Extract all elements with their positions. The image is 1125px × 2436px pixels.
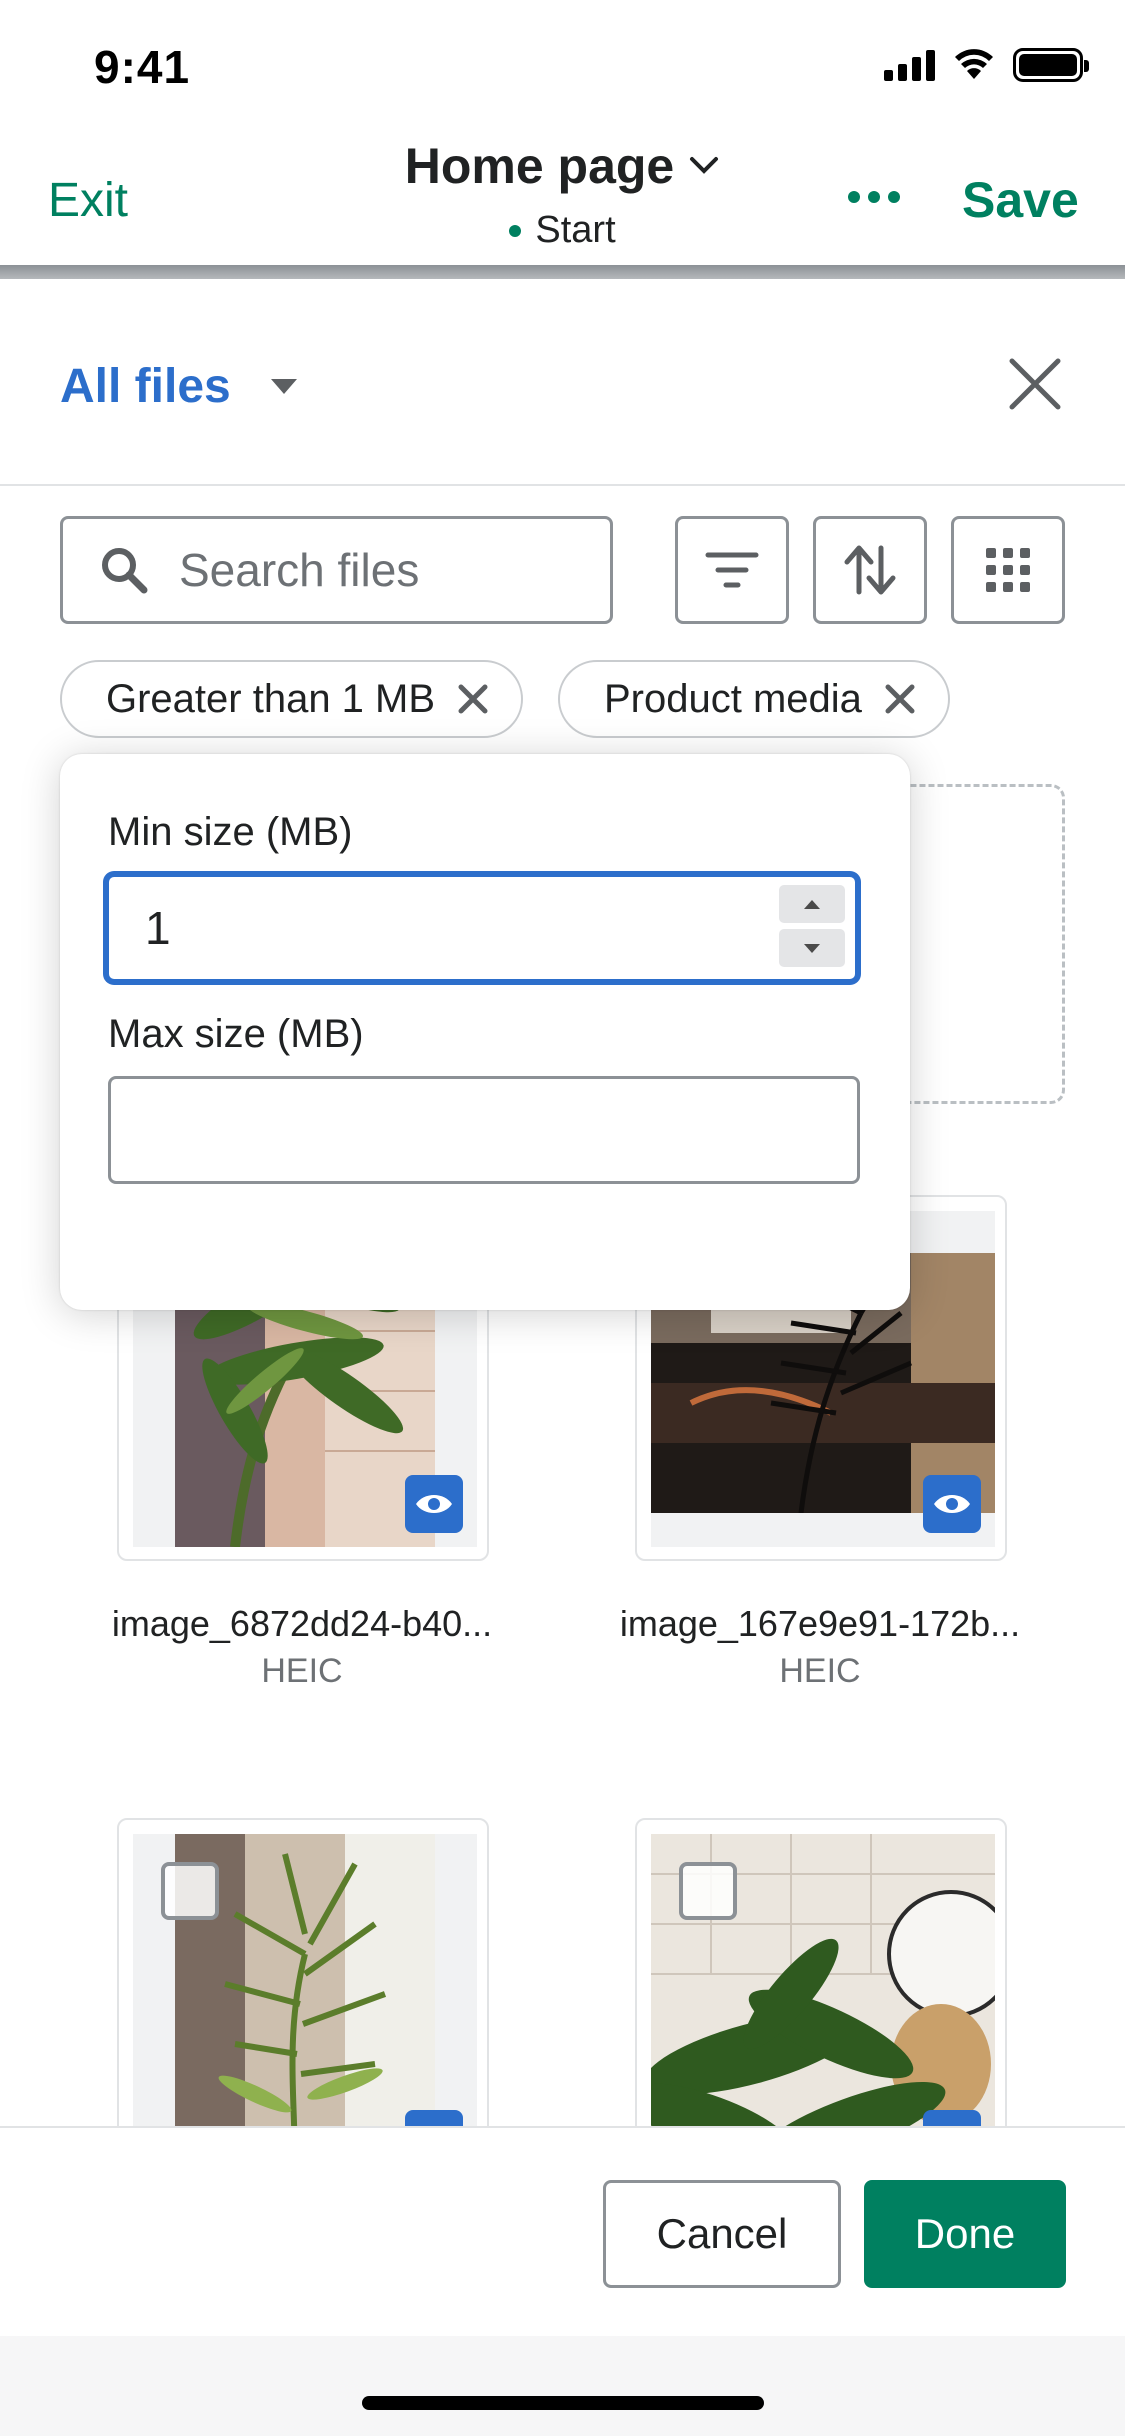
sort-icon — [844, 545, 896, 595]
panel-footer: Cancel Done — [0, 2126, 1125, 2336]
status-icons — [884, 48, 1089, 82]
max-size-input[interactable] — [108, 1076, 860, 1184]
remove-filter-icon[interactable] — [884, 683, 916, 715]
search-icon — [102, 548, 148, 594]
min-size-label: Min size (MB) — [108, 810, 353, 854]
home-indicator-area — [0, 2336, 1125, 2436]
stepper-up-button[interactable] — [779, 885, 845, 923]
close-icon[interactable] — [1006, 355, 1064, 413]
file-type: HEIC — [779, 1652, 861, 1690]
filter-icon — [705, 552, 759, 588]
filter-chip-product-media[interactable]: Product media — [558, 660, 950, 738]
file-select-checkbox[interactable] — [679, 1862, 737, 1920]
min-size-stepper[interactable] — [779, 885, 845, 967]
file-name: image_167e9e91-172b... — [619, 1603, 1021, 1644]
filter-chip-label: Greater than 1 MB — [106, 676, 436, 721]
stepper-down-button[interactable] — [779, 929, 845, 967]
status-time: 9:41 — [94, 41, 191, 93]
header-divider — [0, 265, 1125, 279]
preview-button[interactable] — [923, 1475, 981, 1533]
battery-icon — [1013, 48, 1089, 82]
more-actions-icon[interactable] — [848, 191, 900, 203]
filter-chip-size[interactable]: Greater than 1 MB — [60, 660, 524, 738]
preview-button[interactable] — [405, 1475, 463, 1533]
page-subtitle: Start — [535, 209, 616, 251]
caret-up-icon — [804, 899, 820, 909]
page-title-row[interactable]: Home page — [405, 137, 721, 195]
eye-icon — [416, 1495, 452, 1513]
status-dot-icon — [509, 224, 522, 237]
wifi-icon — [955, 49, 993, 79]
all-files-label: All files — [60, 360, 231, 413]
size-filter-popover: Min size (MB) 1 Max size (MB) — [60, 754, 910, 1310]
home-indicator[interactable] — [362, 2396, 764, 2410]
page-selector[interactable]: Home page Start — [0, 135, 1125, 252]
grid-view-button[interactable] — [951, 516, 1065, 624]
file-name: image_6872dd24-b40... — [111, 1603, 493, 1644]
editor-header: Exit Home page Start Save — [0, 135, 1125, 265]
grid-icon — [986, 548, 1030, 592]
caret-down-icon — [270, 379, 297, 394]
min-size-value: 1 — [145, 902, 171, 954]
chevron-down-icon — [690, 157, 719, 174]
save-button[interactable]: Save — [962, 171, 1079, 229]
eye-icon — [934, 1495, 970, 1513]
search-input[interactable]: Search files — [60, 516, 613, 624]
cellular-signal-icon — [884, 49, 935, 81]
sort-button[interactable] — [813, 516, 927, 624]
file-select-checkbox[interactable] — [161, 1862, 219, 1920]
search-placeholder: Search files — [179, 544, 420, 596]
files-panel-header: All files — [0, 279, 1125, 486]
max-size-label: Max size (MB) — [108, 1012, 364, 1056]
cancel-button[interactable]: Cancel — [603, 2180, 841, 2288]
page-title: Home page — [404, 138, 675, 194]
status-bar: 9:41 — [0, 0, 1125, 135]
caret-down-icon — [804, 943, 820, 953]
filter-button[interactable] — [675, 516, 789, 624]
remove-filter-icon[interactable] — [457, 683, 489, 715]
filter-chip-label: Product media — [604, 676, 862, 721]
page-status: Start — [509, 209, 616, 252]
min-size-input[interactable]: 1 — [106, 874, 858, 982]
file-type: HEIC — [261, 1652, 343, 1690]
all-files-dropdown[interactable]: All files — [60, 359, 297, 414]
done-button[interactable]: Done — [864, 2180, 1066, 2288]
